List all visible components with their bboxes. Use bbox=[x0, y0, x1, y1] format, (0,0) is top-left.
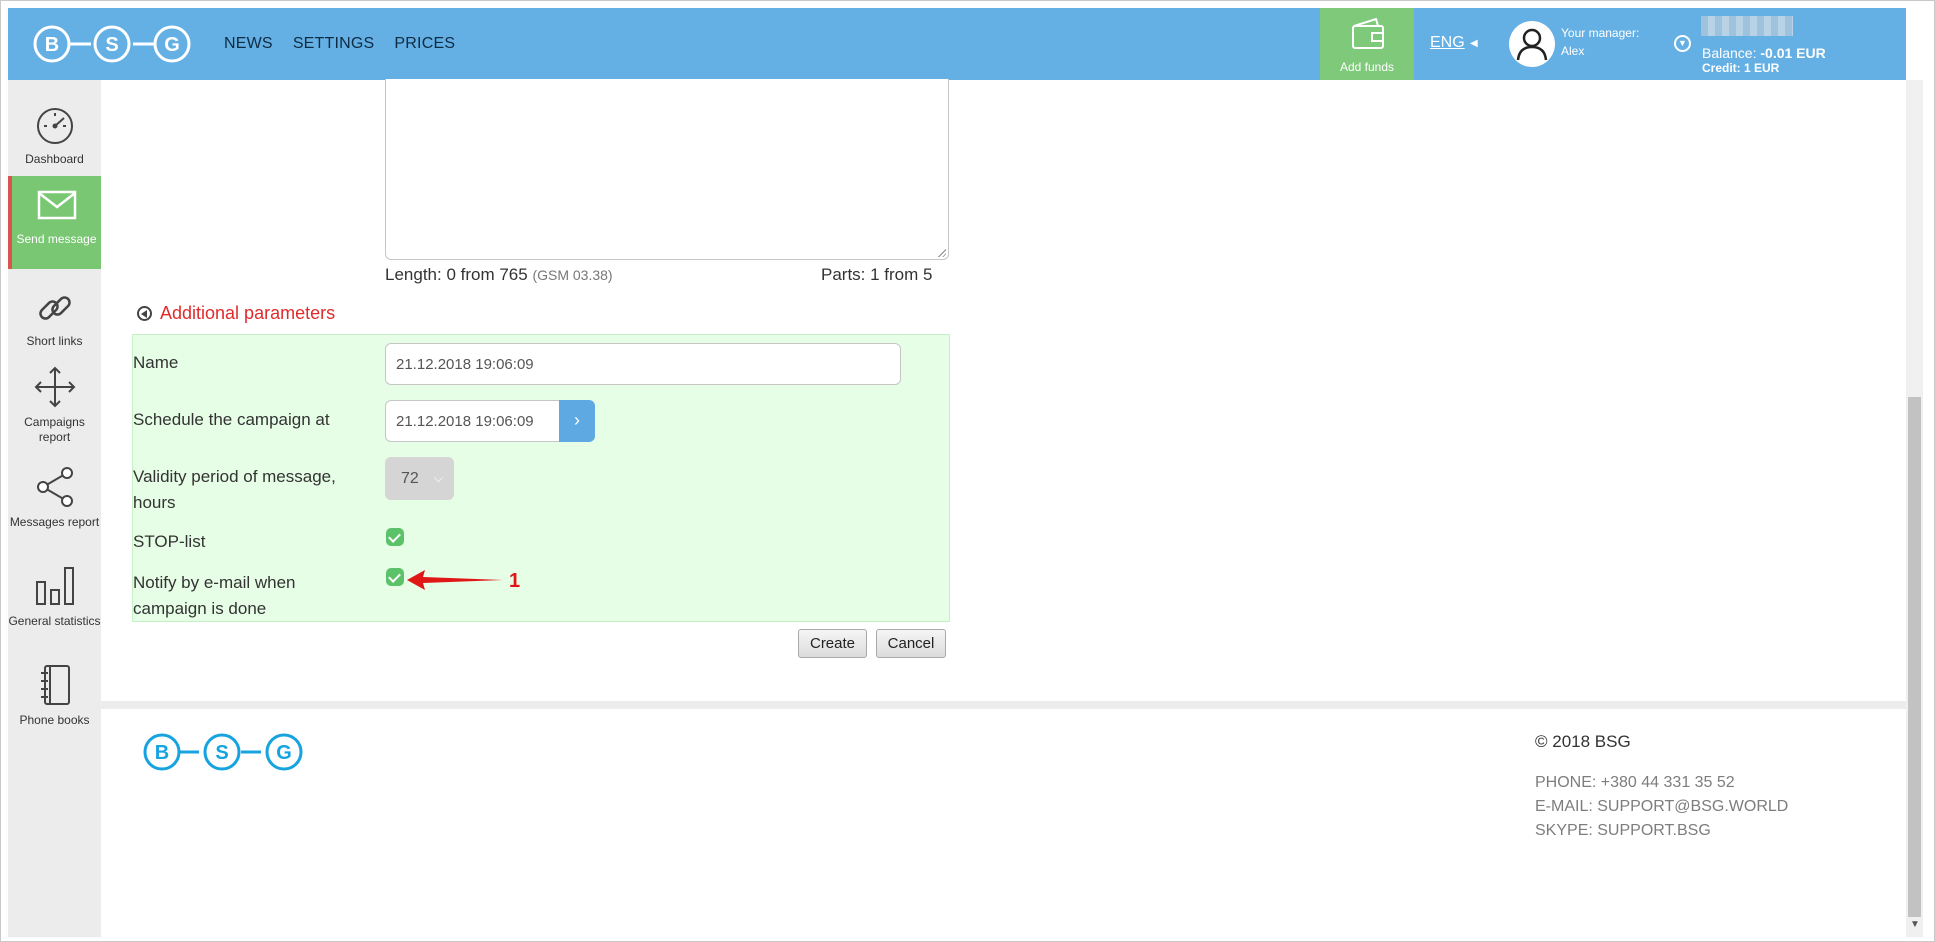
additional-parameters-toggle[interactable]: Additional parameters bbox=[137, 303, 335, 324]
sidebar-item-short-links[interactable]: Short links bbox=[8, 288, 101, 349]
sidebar-item-messages-report[interactable]: Messages report bbox=[8, 465, 101, 530]
nav-news[interactable]: NEWS bbox=[224, 35, 273, 53]
footer-phone: PHONE: +380 44 331 35 52 bbox=[1535, 774, 1735, 791]
scroll-down-arrow-icon[interactable]: ▼ bbox=[1910, 919, 1920, 930]
collapse-arrow-icon bbox=[137, 306, 152, 321]
chevron-right-icon: › bbox=[574, 410, 580, 430]
gauge-icon bbox=[36, 108, 73, 144]
footer-logo-letter-g: G bbox=[276, 742, 292, 764]
logo-letter-b: B bbox=[45, 34, 59, 56]
sidebar: Dashboard Send message Short links Campa… bbox=[8, 80, 101, 937]
scrollbar-thumb[interactable] bbox=[1908, 397, 1921, 917]
message-textarea[interactable] bbox=[385, 79, 949, 260]
caret-left-icon[interactable]: ◀ bbox=[1470, 38, 1478, 49]
schedule-label: Schedule the campaign at bbox=[133, 410, 330, 429]
envelope-icon bbox=[37, 190, 76, 220]
content-divider bbox=[101, 701, 1906, 709]
logo-letter-s: S bbox=[105, 34, 118, 56]
manager-avatar bbox=[1509, 21, 1555, 67]
balance-display: Balance: -0.01 EUR bbox=[1702, 45, 1826, 61]
notebook-icon bbox=[40, 665, 70, 705]
bar-chart-icon bbox=[35, 567, 74, 605]
footer-bsg-logo[interactable]: B S G bbox=[142, 730, 312, 774]
logo-letter-g: G bbox=[164, 34, 180, 56]
notify-checkbox[interactable] bbox=[386, 568, 404, 586]
balance-label: Balance: bbox=[1702, 45, 1757, 61]
sidebar-label-general-statistics: General statistics bbox=[8, 614, 101, 628]
validity-value: 72 bbox=[401, 470, 419, 487]
top-header-bar: B S G NEWS SETTINGS PRICES Add funds ENG… bbox=[8, 8, 1906, 80]
validity-label: Validity period of message, hours bbox=[133, 467, 336, 512]
length-text: Length: 0 from 765 bbox=[385, 265, 528, 284]
name-label: Name bbox=[133, 353, 179, 372]
nav-settings[interactable]: SETTINGS bbox=[293, 35, 375, 53]
add-funds-button[interactable]: Add funds bbox=[1320, 8, 1414, 80]
nav-prices[interactable]: PRICES bbox=[394, 35, 455, 53]
schedule-picker-button[interactable]: › bbox=[559, 400, 595, 442]
sidebar-item-phone-books[interactable]: Phone books bbox=[8, 663, 101, 728]
resize-handle-icon[interactable] bbox=[937, 248, 946, 257]
main-nav: NEWS SETTINGS PRICES bbox=[224, 8, 455, 80]
manager-name: Alex bbox=[1561, 44, 1585, 58]
sidebar-label-send-message: Send message bbox=[16, 232, 97, 246]
share-icon bbox=[36, 467, 73, 507]
wallet-icon bbox=[1352, 17, 1384, 49]
sidebar-label-messages-report: Messages report bbox=[9, 515, 100, 529]
name-input[interactable] bbox=[385, 343, 901, 385]
add-funds-label: Add funds bbox=[1339, 60, 1395, 74]
create-button[interactable]: Create bbox=[798, 629, 867, 658]
balance-value: -0.01 EUR bbox=[1760, 45, 1826, 61]
sidebar-label-dashboard: Dashboard bbox=[25, 152, 84, 166]
encoding-text: (GSM 03.38) bbox=[532, 267, 613, 283]
cancel-button[interactable]: Cancel bbox=[876, 629, 946, 658]
sidebar-item-general-statistics[interactable]: General statistics bbox=[8, 564, 101, 629]
footer-logo-letter-s: S bbox=[215, 742, 228, 764]
annotation-arrow-icon bbox=[407, 570, 503, 590]
stoplist-checkbox[interactable] bbox=[386, 528, 404, 546]
footer-email[interactable]: E-MAIL: SUPPORT@BSG.WORLD bbox=[1535, 798, 1788, 816]
sidebar-item-campaigns-report[interactable]: Campaigns report bbox=[8, 365, 101, 445]
bsg-logo[interactable]: B S G bbox=[32, 22, 206, 66]
message-length: Length: 0 from 765 (GSM 03.38) bbox=[385, 265, 613, 285]
sidebar-label-short-links: Short links bbox=[26, 334, 83, 348]
app-window: B S G NEWS SETTINGS PRICES Add funds ENG… bbox=[0, 0, 1935, 942]
link-icon bbox=[38, 296, 71, 320]
credit-display: Credit: 1 EUR bbox=[1702, 61, 1780, 75]
stoplist-label: STOP-list bbox=[133, 532, 206, 551]
validity-select[interactable]: 72 ⌵ bbox=[385, 457, 454, 500]
additional-parameters-label: Additional parameters bbox=[160, 303, 336, 323]
sidebar-label-campaigns-report: Campaigns report bbox=[24, 415, 85, 444]
language-switcher[interactable]: ENG bbox=[1430, 34, 1465, 52]
footer-copyright: © 2018 BSG bbox=[1535, 732, 1631, 751]
footer-logo-letter-b: B bbox=[155, 742, 169, 764]
account-dropdown-icon[interactable]: ▼ bbox=[1674, 35, 1691, 52]
message-parts: Parts: 1 from 5 bbox=[821, 265, 933, 284]
account-name-redacted bbox=[1701, 16, 1793, 36]
manager-label: Your manager: bbox=[1561, 26, 1640, 40]
sidebar-label-phone-books: Phone books bbox=[19, 713, 90, 727]
chevron-down-icon: ⌵ bbox=[433, 471, 443, 485]
sidebar-item-dashboard[interactable]: Dashboard bbox=[8, 106, 101, 167]
schedule-datetime-input[interactable] bbox=[385, 400, 561, 442]
user-icon bbox=[1516, 28, 1548, 61]
footer-skype: SKYPE: SUPPORT.BSG bbox=[1535, 822, 1711, 839]
sidebar-item-send-message[interactable]: Send message bbox=[8, 176, 101, 269]
notify-label: Notify by e-mail when campaign is done bbox=[133, 573, 296, 618]
move-arrows-icon bbox=[34, 366, 75, 408]
annotation-number: 1 bbox=[509, 570, 521, 592]
